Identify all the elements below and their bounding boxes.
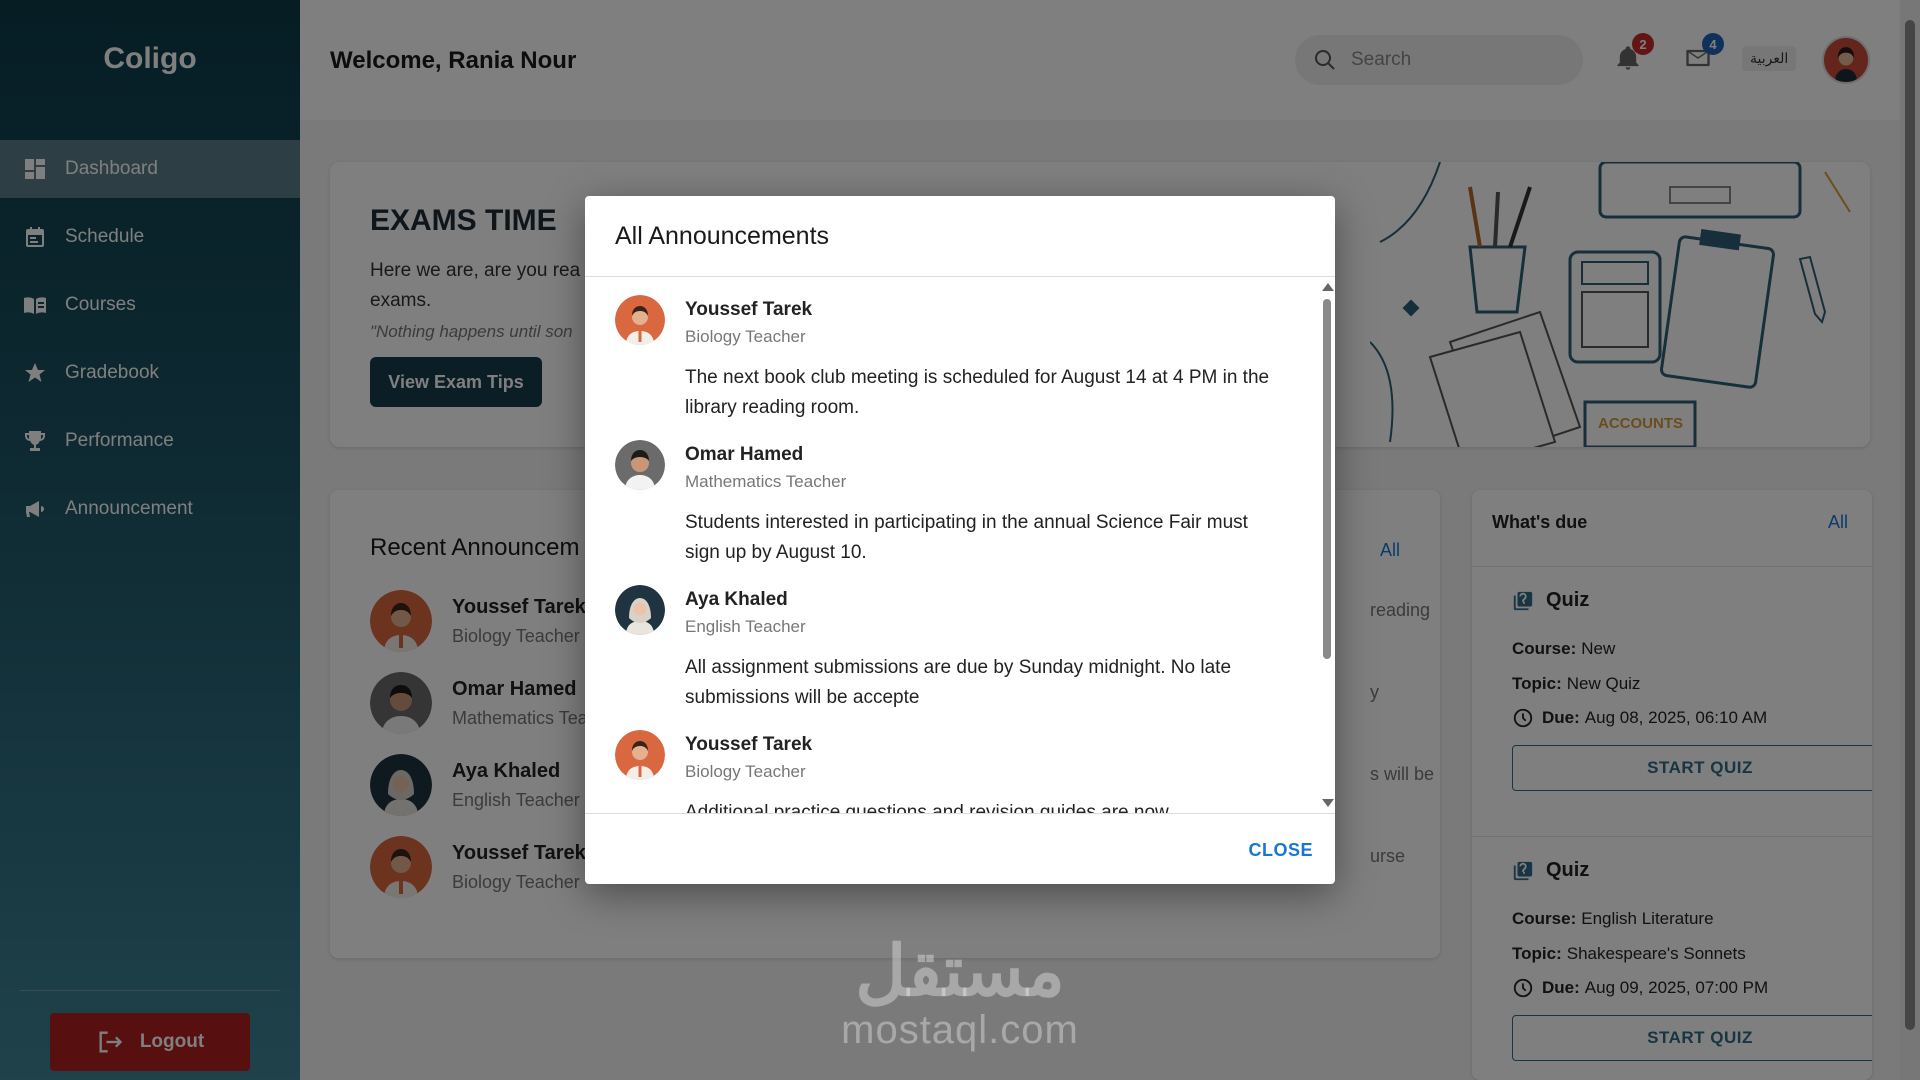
watermark-arabic: مستقل (855, 932, 1065, 1010)
announcement-text: Additional practice questions and revisi… (685, 802, 1169, 813)
dialog-scrollbar[interactable] (1319, 277, 1335, 813)
close-button[interactable]: CLOSE (1248, 840, 1313, 861)
author-role: Biology Teacher (685, 327, 806, 346)
author-name: Omar Hamed (685, 444, 804, 465)
author-name: Youssef Tarek (685, 734, 813, 755)
author-role: English Teacher (685, 617, 806, 636)
scroll-up-arrow[interactable] (1322, 283, 1334, 291)
avatar (615, 295, 665, 345)
author-role: Biology Teacher (685, 762, 806, 781)
author-role: Mathematics Teacher (685, 472, 847, 491)
avatar (615, 730, 665, 780)
avatar (615, 440, 665, 490)
author-name: Youssef Tarek (685, 299, 813, 320)
dialog-scrollbar-thumb[interactable] (1323, 299, 1331, 659)
dialog-title: All Announcements (615, 222, 830, 250)
all-announcements-dialog: All Announcements Youssef Tarek Biology … (585, 196, 1335, 884)
scroll-down-arrow[interactable] (1322, 799, 1334, 807)
author-name: Aya Khaled (685, 589, 788, 610)
announcement-text: All assignment submissions are due by Su… (685, 657, 1232, 708)
announcement-text: The next book club meeting is scheduled … (685, 367, 1270, 418)
avatar (615, 585, 665, 635)
watermark-latin: mostaql.com (841, 1008, 1079, 1052)
announcement-text: Students interested in participating in … (685, 512, 1248, 563)
dialog-footer-divider (585, 813, 1335, 814)
dialog-content[interactable]: Youssef Tarek Biology Teacher The next b… (585, 277, 1335, 813)
